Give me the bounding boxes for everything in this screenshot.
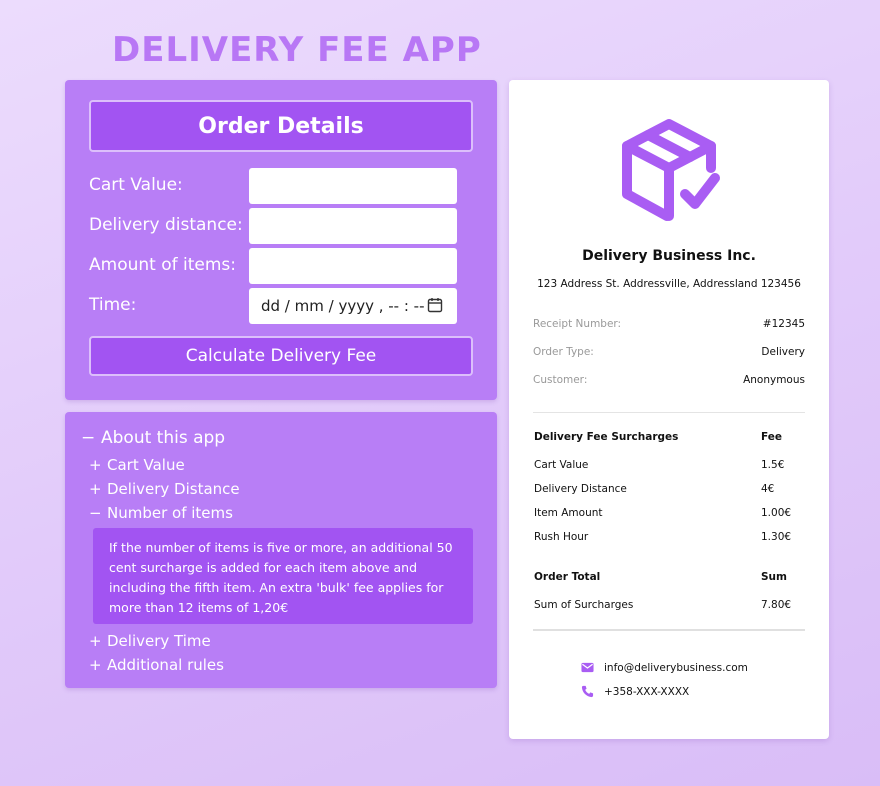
contact-phone[interactable]: +358-XXX-XXXX	[581, 685, 689, 698]
total-value: 7.80€	[761, 599, 792, 611]
order-details-panel: Order Details Cart Value: Delivery dista…	[65, 80, 497, 400]
calculate-delivery-fee-button[interactable]: Calculate Delivery Fee	[89, 336, 473, 376]
meta-key: Customer:	[533, 374, 588, 386]
phone-text: +358-XXX-XXXX	[604, 685, 690, 698]
about-title: About this app	[101, 428, 226, 448]
column-header: Delivery Fee Surcharges	[534, 431, 679, 443]
amount-of-items-label: Amount of items:	[89, 255, 236, 275]
surcharge-name: Cart Value	[534, 459, 589, 471]
about-panel: − About this app + Cart Value + Delivery…	[65, 412, 497, 688]
delivery-distance-label: Delivery distance:	[89, 215, 243, 235]
accordion-label: Delivery Distance	[107, 480, 240, 498]
time-label: Time:	[89, 295, 137, 315]
order-details-header: Order Details	[89, 100, 473, 152]
accordion-item-number-of-items[interactable]: − Number of items	[89, 504, 233, 522]
collapse-icon: −	[89, 504, 102, 522]
divider	[533, 629, 805, 631]
time-placeholder: dd / mm / yyyy , -- : --	[261, 297, 425, 315]
surcharge-fee: 4€	[761, 483, 775, 495]
accordion-label: Number of items	[107, 504, 233, 522]
accordion-item-additional-rules[interactable]: + Additional rules	[89, 656, 224, 674]
accordion-item-delivery-distance[interactable]: + Delivery Distance	[89, 480, 240, 498]
expand-icon: +	[89, 456, 102, 474]
time-row: Time: dd / mm / yyyy , -- : --	[89, 288, 457, 324]
email-text: info@deliverybusiness.com	[604, 661, 748, 674]
accordion-label: Delivery Time	[107, 632, 211, 650]
meta-value: #12345	[762, 318, 805, 330]
accordion-label: Additional rules	[107, 656, 224, 674]
business-name: Delivery Business Inc.	[582, 248, 756, 264]
column-header: Fee	[761, 431, 782, 443]
divider	[533, 412, 805, 413]
app-title: DELIVERY FEE APP	[112, 30, 482, 70]
surcharge-fee: 1.5€	[761, 459, 785, 471]
calendar-icon[interactable]	[427, 297, 443, 313]
surcharge-name: Delivery Distance	[534, 483, 627, 495]
accordion-item-cart-value[interactable]: + Cart Value	[89, 456, 185, 474]
column-header: Order Total	[534, 571, 601, 583]
amount-of-items-row: Amount of items:	[89, 248, 457, 284]
phone-icon	[581, 685, 594, 698]
expand-icon: +	[89, 480, 102, 498]
accordion-label: Cart Value	[107, 456, 185, 474]
about-toggle[interactable]: − About this app	[81, 428, 225, 448]
surcharge-name: Rush Hour	[534, 531, 589, 543]
meta-key: Order Type:	[533, 346, 594, 358]
amount-of-items-input[interactable]	[249, 248, 457, 284]
meta-key: Receipt Number:	[533, 318, 622, 330]
meta-value: Delivery	[761, 346, 805, 358]
number-of-items-description: If the number of items is five or more, …	[93, 528, 473, 624]
accordion-item-delivery-time[interactable]: + Delivery Time	[89, 632, 211, 650]
meta-value: Anonymous	[743, 374, 805, 386]
delivery-distance-row: Delivery distance:	[89, 208, 457, 244]
expand-icon: +	[89, 632, 102, 650]
cart-value-input[interactable]	[249, 168, 457, 204]
delivery-distance-input[interactable]	[249, 208, 457, 244]
collapse-icon: −	[81, 428, 96, 448]
expand-icon: +	[89, 656, 102, 674]
cart-value-row: Cart Value:	[89, 168, 457, 204]
mail-icon	[581, 662, 594, 673]
surcharge-fee: 1.30€	[761, 531, 792, 543]
contact-email[interactable]: info@deliverybusiness.com	[581, 661, 748, 674]
receipt-card: Delivery Business Inc. 123 Address St. A…	[509, 80, 829, 739]
time-datetime-input[interactable]: dd / mm / yyyy , -- : --	[249, 288, 457, 324]
surcharge-name: Item Amount	[534, 507, 603, 519]
total-label: Sum of Surcharges	[534, 599, 634, 611]
surcharge-fee: 1.00€	[761, 507, 792, 519]
column-header: Sum	[761, 571, 787, 583]
business-address: 123 Address St. Addressville, Addresslan…	[537, 278, 801, 290]
cart-value-label: Cart Value:	[89, 175, 183, 195]
package-check-icon	[622, 119, 720, 221]
